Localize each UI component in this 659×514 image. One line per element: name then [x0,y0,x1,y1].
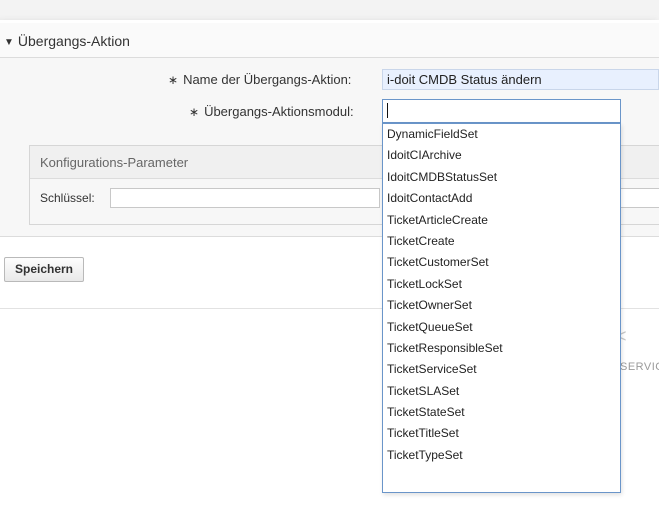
key-label: Schlüssel: [40,191,95,205]
required-marker: ∗ [168,73,179,87]
dropdown-option[interactable]: IdoitCIArchive [383,145,620,166]
dropdown-option[interactable]: TicketTitleSet [383,423,620,444]
module-label: ∗ Übergangs-Aktionsmodul: [189,104,354,119]
dropdown-option[interactable]: TicketServiceSet [383,359,620,380]
triangle-down-icon[interactable]: ▼ [4,37,14,48]
dropdown-option[interactable]: TicketCreate [383,231,620,252]
name-label: ∗ Name der Übergangs-Aktion: [168,72,351,87]
dropdown-option[interactable]: TicketCustomerSet [383,252,620,273]
section-title: Übergangs-Aktion [17,33,130,49]
main-panel: ▼ Übergangs-Aktion ∗ Name der Übergangs-Ak… [0,20,659,514]
dropdown-option[interactable]: TicketLockSet [383,274,620,295]
value-input[interactable] [619,188,659,208]
section-header[interactable]: ▼ Übergangs-Aktion [0,23,659,58]
required-marker: ∗ [189,105,200,119]
dropdown-option[interactable]: TicketOwnerSet [383,295,620,316]
dropdown-option[interactable]: DynamicFieldSet [383,124,620,145]
dropdown-option[interactable]: TicketArticleCreate [383,210,620,231]
dropdown-option[interactable]: TicketResponsibleSet [383,338,620,359]
dropdown-option[interactable]: IdoitCMDBStatusSet [383,167,620,188]
key-input[interactable] [110,188,380,208]
dropdown-option[interactable]: TicketSLASet [383,381,620,402]
background-service-text: SERVIC [620,361,659,373]
dropdown-option[interactable]: IdoitContactAdd [383,188,620,209]
save-button[interactable]: Speichern [4,257,84,282]
module-label-text: Übergangs-Aktionsmodul: [204,104,354,119]
transition-action-name-input[interactable]: i-doit CMDB Status ändern [382,69,659,90]
config-params-title: Konfigurations-Parameter [40,155,189,170]
module-dropdown-list[interactable]: DynamicFieldSet IdoitCIArchive IdoitCMDB… [382,123,621,493]
section-title-wrap[interactable]: ▼ Übergangs-Aktion [4,33,130,49]
transition-action-module-input[interactable] [382,99,621,123]
text-caret [387,103,388,118]
name-label-text: Name der Übergangs-Aktion: [183,72,352,87]
dropdown-option[interactable]: TicketStateSet [383,402,620,423]
dropdown-option[interactable]: TicketQueueSet [383,317,620,338]
dropdown-option[interactable]: TicketTypeSet [383,445,620,466]
